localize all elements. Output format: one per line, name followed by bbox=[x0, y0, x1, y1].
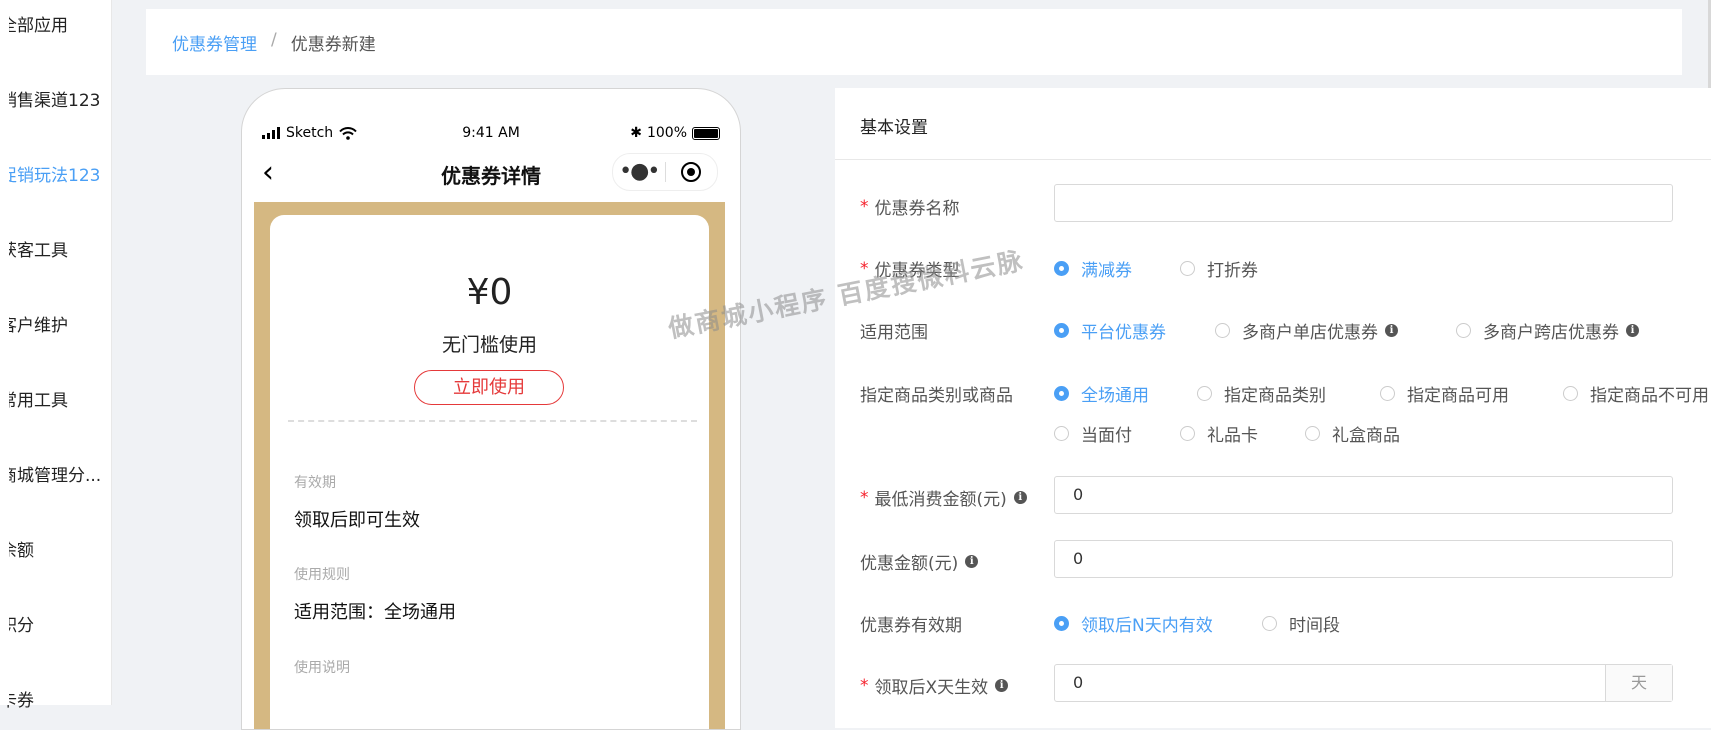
min-spend-label: * 最低消费金额(元) i bbox=[860, 485, 1027, 510]
coupon-amount: ¥0 bbox=[466, 272, 513, 313]
info-icon[interactable]: i bbox=[1013, 491, 1027, 504]
sidebar-item-customer[interactable]: 客户维护 bbox=[0, 311, 68, 336]
coupon-gold-frame: ¥0 无门槛使用 立即使用 有效期 领取后即可生效 使用规则 适用范围：全场通用… bbox=[254, 202, 725, 729]
breadcrumb: 优惠券管理 / 优惠券新建 bbox=[172, 30, 376, 55]
effect-days-value: 0 bbox=[1073, 673, 1084, 692]
battery-percent: 100% bbox=[646, 125, 687, 141]
breadcrumb-card: 优惠券管理 / 优惠券新建 bbox=[146, 9, 1682, 75]
scope-label: 适用范围 bbox=[860, 323, 928, 343]
effect-days-input[interactable]: 0 天 bbox=[1054, 664, 1673, 702]
info-icon[interactable]: i bbox=[995, 679, 1009, 692]
sidebar-scrollbar[interactable] bbox=[0, 0, 9, 705]
phone-preview: Sketch 9:41 AM ✱ 100% ‹ 优惠券详情 •●• ¥0 无门槛… bbox=[241, 88, 741, 730]
info-icon[interactable]: i bbox=[1626, 324, 1639, 337]
phone-status-bar: Sketch 9:41 AM ✱ 100% bbox=[262, 125, 720, 145]
radio-goods-category[interactable]: 指定商品类别 bbox=[1197, 381, 1326, 406]
info-icon[interactable]: i bbox=[965, 555, 979, 568]
radio-type-discount[interactable]: 打折券 bbox=[1180, 256, 1258, 281]
dashed-divider bbox=[288, 420, 697, 422]
sidebar-item-promotion[interactable]: 促销玩法123 bbox=[0, 161, 100, 186]
sidebar-item-tools[interactable]: 常用工具 bbox=[0, 386, 68, 411]
goods-scope-label: 指定商品类别或商品 bbox=[860, 386, 1013, 406]
radio-goods-excluded[interactable]: 指定商品不可用 bbox=[1563, 381, 1709, 406]
rules-value: 适用范围：全场通用 bbox=[294, 602, 456, 623]
sidebar-item-all-apps[interactable]: 全部应用 bbox=[0, 11, 68, 36]
status-time: 9:41 AM bbox=[462, 125, 520, 141]
coupon-type-label: * 优惠券类型 bbox=[860, 258, 960, 282]
radio-validity-time-range[interactable]: 时间段 bbox=[1262, 611, 1340, 636]
radio-validity-n-days[interactable]: 领取后N天内有效 bbox=[1054, 611, 1213, 636]
section-title: 基本设置 bbox=[860, 118, 928, 138]
sidebar: 全部应用 销售渠道123 促销玩法123 获客工具 客户维护 常用工具 商城管理… bbox=[0, 0, 112, 711]
signal-icon bbox=[262, 127, 280, 139]
bluetooth-icon: ✱ bbox=[630, 125, 642, 141]
breadcrumb-link-coupon-manage[interactable]: 优惠券管理 bbox=[172, 30, 257, 55]
radio-scope-platform[interactable]: 平台优惠券 bbox=[1054, 318, 1166, 343]
coupon-threshold: 无门槛使用 bbox=[441, 334, 537, 356]
radio-goods-face-pay[interactable]: 当面付 bbox=[1054, 421, 1132, 446]
min-spend-input[interactable]: 0 bbox=[1054, 476, 1673, 514]
validity-value: 领取后即可生效 bbox=[294, 510, 420, 531]
carrier-name: Sketch bbox=[286, 125, 334, 141]
radio-goods-gift-card[interactable]: 礼品卡 bbox=[1180, 421, 1258, 446]
panel-header: 基本设置 bbox=[835, 88, 1711, 160]
radio-goods-gift-box[interactable]: 礼盒商品 bbox=[1305, 421, 1400, 446]
close-target-icon[interactable] bbox=[666, 162, 718, 182]
info-icon[interactable]: i bbox=[1385, 324, 1398, 337]
sidebar-item-acquisition[interactable]: 获客工具 bbox=[0, 236, 68, 261]
usage-desc-label: 使用说明 bbox=[294, 660, 350, 676]
breadcrumb-separator: / bbox=[271, 30, 277, 50]
more-dots-icon[interactable]: •●• bbox=[613, 161, 665, 183]
coupon-name-label: * 优惠券名称 bbox=[860, 196, 960, 220]
form-panel: 基本设置 * 优惠券名称 * 优惠券类型 满减券 打折券 适用范围 平台优惠券 多商… bbox=[835, 88, 1711, 728]
discount-amount-input[interactable]: 0 bbox=[1054, 540, 1673, 578]
radio-scope-single-store[interactable]: 多商户单店优惠券 i bbox=[1215, 318, 1398, 343]
coupon-ticket: ¥0 无门槛使用 立即使用 有效期 领取后即可生效 使用规则 适用范围：全场通用… bbox=[270, 215, 709, 729]
radio-type-full-reduction[interactable]: 满减券 bbox=[1054, 256, 1132, 281]
use-now-button[interactable]: 立即使用 bbox=[414, 370, 564, 405]
radio-goods-specified[interactable]: 指定商品可用 bbox=[1380, 381, 1509, 406]
validity-label: 有效期 bbox=[294, 475, 336, 491]
days-suffix: 天 bbox=[1605, 665, 1672, 701]
discount-amount-label: 优惠金额(元) i bbox=[860, 549, 979, 574]
phone-navbar: ‹ 优惠券详情 •●• bbox=[242, 153, 740, 197]
radio-scope-cross-store[interactable]: 多商户跨店优惠券 i bbox=[1456, 318, 1639, 343]
sidebar-item-mall-manage[interactable]: 商城管理分... bbox=[0, 461, 101, 486]
rules-label: 使用规则 bbox=[294, 567, 350, 583]
battery-icon bbox=[692, 126, 720, 140]
wifi-icon bbox=[339, 126, 357, 140]
radio-goods-all[interactable]: 全场通用 bbox=[1054, 381, 1149, 406]
miniapp-capsule: •●• bbox=[612, 153, 718, 191]
effect-days-label: * 领取后X天生效 i bbox=[860, 673, 1009, 698]
coupon-name-input[interactable] bbox=[1054, 184, 1673, 222]
breadcrumb-current: 优惠券新建 bbox=[290, 35, 376, 55]
sidebar-item-sales-channel[interactable]: 销售渠道123 bbox=[0, 86, 100, 111]
validity-period-label: 优惠券有效期 bbox=[860, 616, 962, 636]
